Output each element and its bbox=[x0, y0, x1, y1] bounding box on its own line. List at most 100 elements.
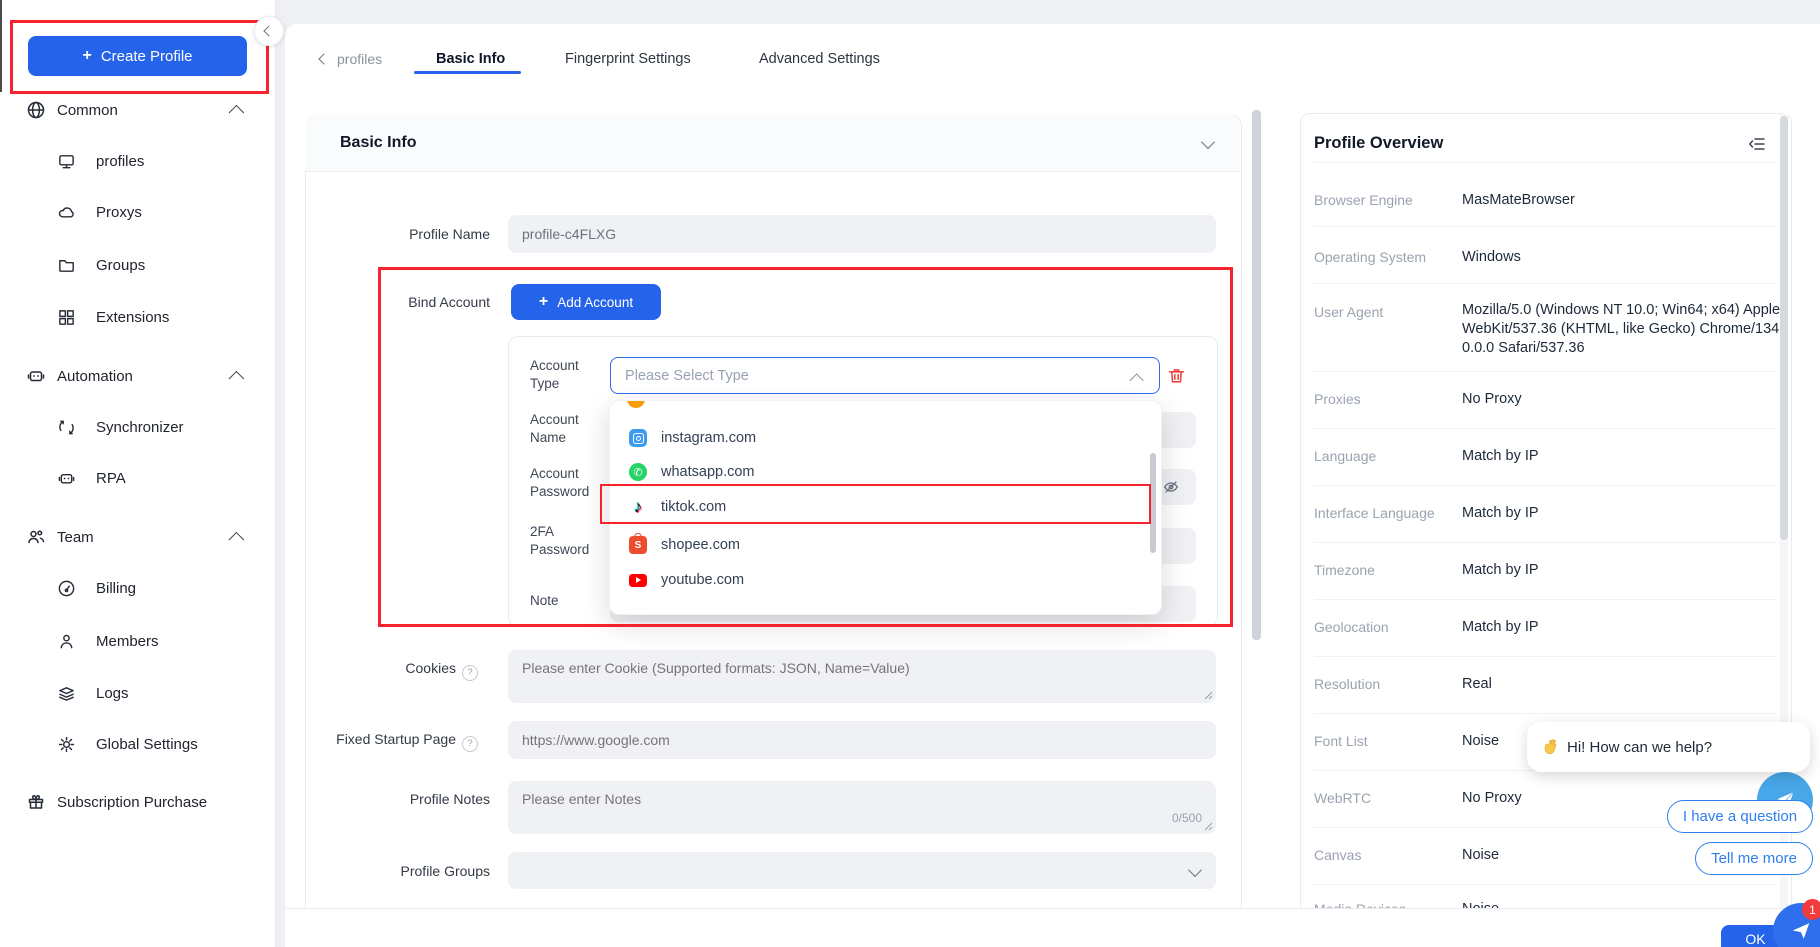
fixed-startup-page-label: Fixed Startup Page bbox=[336, 731, 456, 747]
chat-greeting-bubble[interactable]: Hi! How can we help? bbox=[1527, 722, 1810, 772]
grid-icon bbox=[57, 308, 76, 327]
profile-notes-textarea[interactable]: 0/500 bbox=[508, 781, 1216, 834]
overview-label: Font List bbox=[1314, 733, 1368, 749]
overview-value: Windows bbox=[1462, 248, 1792, 267]
sidebar-item-members[interactable]: Members bbox=[0, 621, 275, 661]
create-profile-button[interactable]: + Create Profile bbox=[28, 36, 247, 76]
note-label: Note bbox=[530, 592, 602, 610]
gauge-icon bbox=[57, 579, 76, 598]
instagram-icon bbox=[629, 429, 647, 447]
chevron-left-icon bbox=[263, 25, 274, 36]
sidebar-section-label: Automation bbox=[57, 368, 133, 385]
eye-off-icon[interactable] bbox=[1162, 478, 1180, 496]
option-label: shopee.com bbox=[661, 537, 740, 553]
help-icon[interactable]: ? bbox=[462, 736, 478, 752]
sidebar-item-logs[interactable]: Logs bbox=[0, 673, 275, 713]
add-account-button[interactable]: + Add Account bbox=[511, 284, 661, 320]
overview-value: Mozilla/5.0 (Windows NT 10.0; Win64; x64… bbox=[1462, 301, 1792, 358]
monitor-icon bbox=[57, 152, 76, 171]
footer-bar bbox=[285, 908, 1820, 947]
trash-icon[interactable] bbox=[1166, 365, 1187, 387]
main-scrollbar[interactable] bbox=[1252, 110, 1261, 640]
overview-label: Proxies bbox=[1314, 391, 1361, 407]
basic-info-card-header[interactable]: Basic Info bbox=[305, 115, 1240, 172]
tab-basic-info[interactable]: Basic Info bbox=[436, 46, 505, 72]
sidebar-item-rpa[interactable]: RPA bbox=[0, 458, 275, 498]
shopee-icon: S bbox=[629, 536, 647, 554]
youtube-icon bbox=[629, 571, 647, 589]
dropdown-option-youtube[interactable]: youtube.com bbox=[610, 562, 1161, 598]
sidebar-item-subscription-purchase[interactable]: Subscription Purchase bbox=[0, 782, 275, 822]
account-type-placeholder: Please Select Type bbox=[625, 368, 749, 384]
chat-tell-me-more-button[interactable]: Tell me more bbox=[1695, 842, 1813, 875]
person-icon bbox=[57, 632, 76, 651]
waving-hand-icon bbox=[1541, 739, 1558, 756]
collapse-panel-icon[interactable] bbox=[1748, 136, 1766, 152]
people-icon bbox=[26, 527, 46, 547]
sidebar-item-profiles[interactable]: profiles bbox=[0, 141, 275, 181]
paper-plane-icon bbox=[1790, 920, 1812, 942]
add-account-label: Add Account bbox=[557, 295, 633, 310]
tab-advanced-settings[interactable]: Advanced Settings bbox=[759, 46, 880, 72]
overview-value: Real bbox=[1462, 675, 1792, 694]
whatsapp-icon: ✆ bbox=[629, 463, 647, 481]
back-to-profiles-link[interactable]: profiles bbox=[320, 46, 382, 72]
resize-handle-icon[interactable] bbox=[1204, 691, 1213, 700]
overview-label: Interface Language bbox=[1314, 505, 1435, 521]
divider bbox=[1314, 542, 1776, 543]
overview-scrollbar[interactable] bbox=[1780, 116, 1788, 540]
sidebar-section-common[interactable]: Common bbox=[0, 90, 275, 130]
dropdown-option-whatsapp[interactable]: ✆ whatsapp.com bbox=[610, 454, 1161, 490]
cookies-label-row: Cookies? bbox=[278, 660, 478, 681]
divider bbox=[1314, 428, 1776, 429]
sidebar-collapse-button[interactable] bbox=[254, 16, 284, 46]
sidebar-item-synchronizer[interactable]: Synchronizer bbox=[0, 407, 275, 447]
sidebar-item-groups[interactable]: Groups bbox=[0, 245, 275, 285]
option-label: tiktok.com bbox=[661, 499, 726, 515]
overview-value: No Proxy bbox=[1462, 390, 1792, 409]
resize-handle-icon[interactable] bbox=[1204, 822, 1213, 831]
gift-icon bbox=[26, 792, 46, 812]
sidebar-item-label: Synchronizer bbox=[96, 419, 184, 436]
sidebar-item-proxys[interactable]: Proxys bbox=[0, 192, 275, 232]
overview-label: Canvas bbox=[1314, 847, 1361, 863]
dropdown-option-tiktok[interactable]: ♪ tiktok.com bbox=[610, 489, 1161, 525]
profile-groups-select[interactable] bbox=[508, 852, 1216, 889]
account-type-label: Account Type bbox=[530, 357, 602, 393]
chat-question-button[interactable]: I have a question bbox=[1667, 800, 1813, 833]
sidebar-item-label: Logs bbox=[96, 685, 129, 702]
account-name-label: Account Name bbox=[530, 411, 602, 447]
clipped-option-icon bbox=[627, 400, 645, 408]
sidebar-section-team[interactable]: Team bbox=[0, 517, 275, 557]
cookies-textarea[interactable] bbox=[508, 650, 1216, 703]
chevron-up-icon bbox=[229, 531, 245, 547]
account-type-dropdown: instagram.com ✆ whatsapp.com ♪ tiktok.co… bbox=[609, 400, 1162, 615]
overview-label: Browser Engine bbox=[1314, 192, 1413, 208]
option-label: whatsapp.com bbox=[661, 464, 755, 480]
sidebar-section-automation[interactable]: Automation bbox=[0, 356, 275, 396]
profile-name-input[interactable] bbox=[508, 215, 1216, 253]
sidebar-item-global-settings[interactable]: Global Settings bbox=[0, 724, 275, 764]
profile-groups-label: Profile Groups bbox=[290, 863, 490, 879]
dropdown-option-instagram[interactable]: instagram.com bbox=[610, 420, 1161, 456]
overview-label: Timezone bbox=[1314, 562, 1375, 578]
fixed-startup-page-input[interactable] bbox=[508, 721, 1216, 759]
layers-icon bbox=[57, 684, 76, 703]
window-edge bbox=[0, 0, 2, 92]
overview-label: Resolution bbox=[1314, 676, 1380, 692]
tiktok-icon: ♪ bbox=[629, 498, 647, 516]
help-icon[interactable]: ? bbox=[462, 665, 478, 681]
chat-notification-badge: 1 bbox=[1802, 899, 1820, 920]
sidebar-section-label: Common bbox=[57, 102, 118, 119]
overview-label: Operating System bbox=[1314, 249, 1426, 265]
account-type-select[interactable]: Please Select Type bbox=[610, 357, 1160, 394]
overview-label: Language bbox=[1314, 448, 1376, 464]
back-link-label: profiles bbox=[337, 51, 382, 67]
sidebar-item-billing[interactable]: Billing bbox=[0, 568, 275, 608]
overview-label: Geolocation bbox=[1314, 619, 1389, 635]
fixed-startup-page-label-row: Fixed Startup Page? bbox=[278, 731, 478, 752]
dropdown-option-shopee[interactable]: S shopee.com bbox=[610, 527, 1161, 563]
tab-fingerprint-settings[interactable]: Fingerprint Settings bbox=[565, 46, 691, 72]
sidebar-item-extensions[interactable]: Extensions bbox=[0, 297, 275, 337]
dropdown-scrollbar[interactable] bbox=[1150, 453, 1156, 553]
